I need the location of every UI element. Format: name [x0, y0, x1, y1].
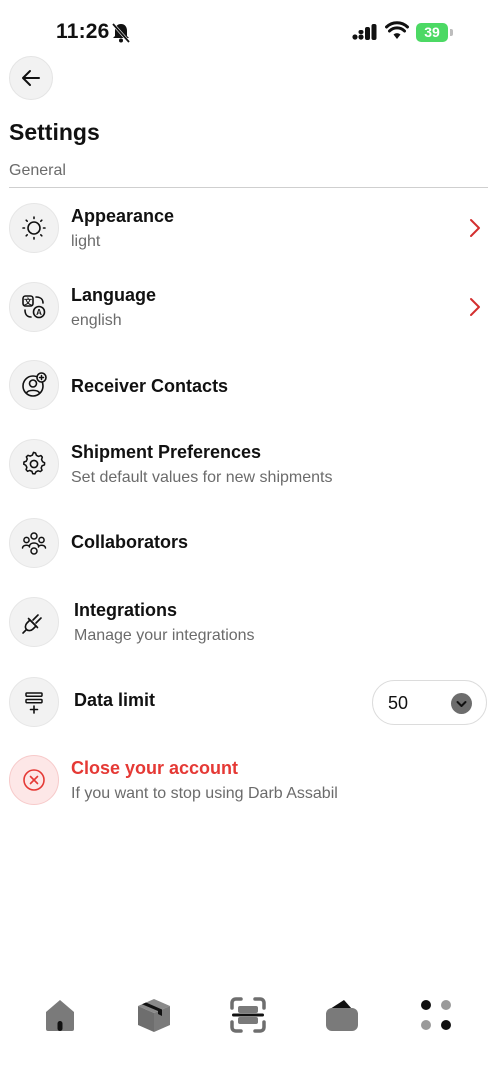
package-icon[interactable] [130, 991, 178, 1039]
wallet-icon[interactable] [318, 991, 366, 1039]
list-add-icon [9, 677, 59, 727]
bottom-nav [0, 985, 498, 1045]
setting-title: Integrations [74, 600, 178, 620]
setting-title: Appearance [71, 206, 175, 226]
status-time: 11:26 [56, 20, 110, 43]
setting-receiver-contacts[interactable]: Receiver Contacts [0, 352, 498, 418]
svg-text:A: A [36, 308, 42, 317]
signal-icon [352, 24, 377, 40]
setting-title: Shipment Preferences [71, 442, 262, 462]
svg-text:文: 文 [24, 297, 33, 307]
sun-icon [9, 203, 59, 253]
data-limit-select[interactable]: 50 [372, 680, 487, 725]
setting-subtitle: Set default values for new shipments [71, 469, 333, 486]
chevron-down-icon [451, 693, 472, 714]
section-divider [9, 187, 488, 188]
home-icon[interactable] [36, 991, 84, 1039]
setting-title: Receiver Contacts [71, 376, 229, 396]
grid-dots-icon[interactable] [412, 991, 460, 1039]
chevron-right-icon [470, 219, 480, 237]
setting-appearance[interactable]: Appearance light [0, 195, 498, 261]
page-title: Settings [9, 119, 100, 145]
setting-subtitle: english [71, 312, 122, 329]
setting-title: Data limit [74, 690, 156, 710]
translate-icon: 文 A [9, 282, 59, 332]
bell-muted-icon [111, 23, 131, 43]
setting-shipment-preferences[interactable]: Shipment Preferences Set default values … [0, 431, 498, 497]
status-bar: 11:26 39 [0, 0, 498, 64]
battery-tip [450, 29, 453, 36]
user-plus-icon [9, 360, 59, 410]
setting-title: Close your account [71, 758, 239, 778]
back-button[interactable] [9, 56, 53, 100]
setting-subtitle: If you want to stop using Darb Assabil [71, 785, 338, 802]
close-circle-icon [9, 755, 59, 805]
gear-icon [9, 439, 59, 489]
arrow-left-icon [22, 70, 40, 86]
plug-icon [9, 597, 59, 647]
battery-indicator: 39 [416, 23, 448, 42]
users-icon [9, 518, 59, 568]
setting-collaborators[interactable]: Collaborators [0, 510, 498, 576]
data-limit-value: 50 [388, 693, 409, 713]
setting-integrations[interactable]: Integrations Manage your integrations [0, 589, 498, 655]
battery-level: 39 [424, 24, 440, 40]
chevron-right-icon [470, 298, 480, 316]
setting-title: Language [71, 285, 157, 305]
setting-language[interactable]: 文 A Language english [0, 274, 498, 340]
setting-subtitle: Manage your integrations [74, 627, 255, 644]
setting-title: Collaborators [71, 532, 189, 552]
setting-close-account[interactable]: Close your account If you want to stop u… [0, 747, 498, 813]
wifi-icon [385, 21, 409, 39]
section-label-general: General [9, 162, 66, 179]
scan-icon[interactable] [224, 991, 272, 1039]
setting-subtitle: light [71, 233, 101, 250]
